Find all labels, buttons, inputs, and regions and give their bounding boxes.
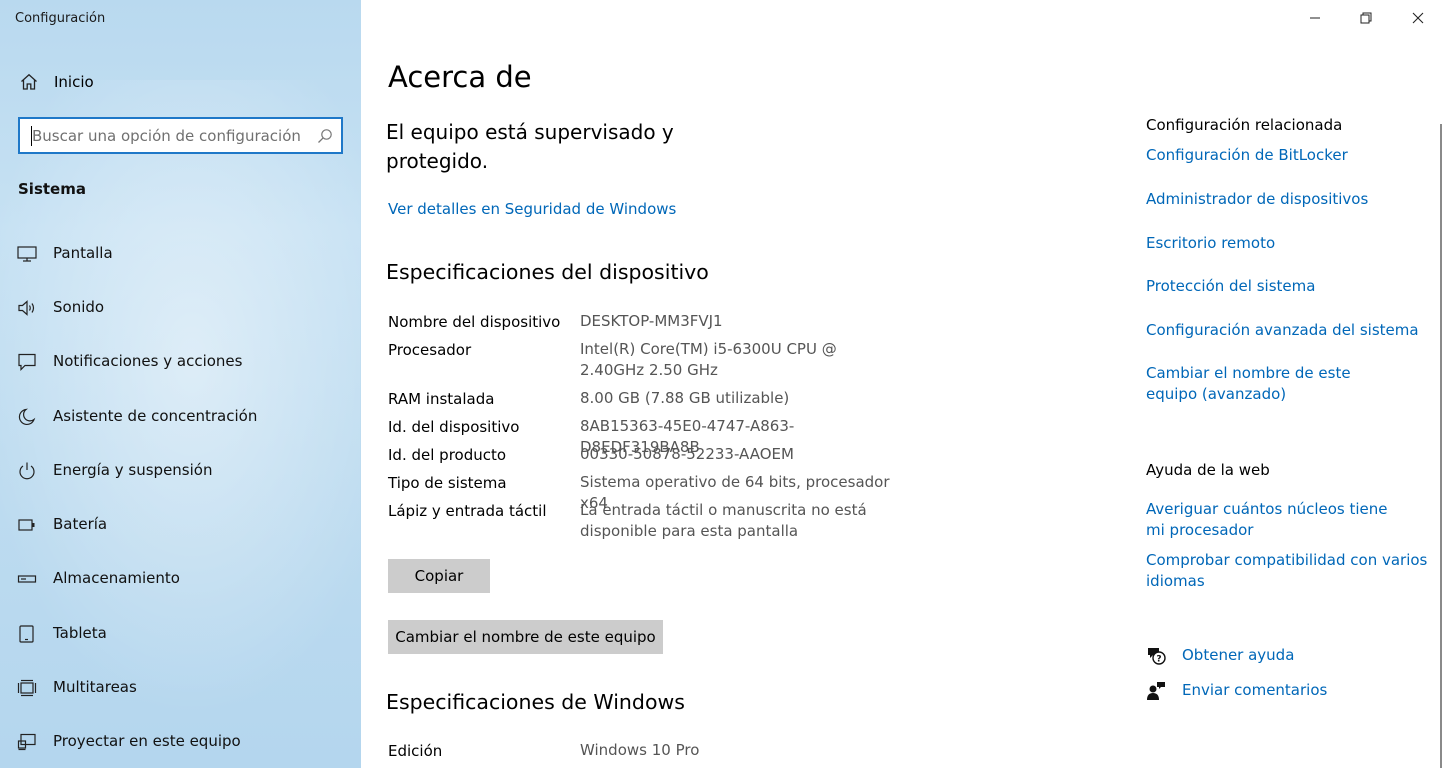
get-help-link[interactable]: ? Obtener ayuda	[1146, 644, 1406, 668]
sidebar-item-label: Proyectar en este equipo	[53, 732, 241, 750]
spec-value: DESKTOP-MM3FVJ1	[580, 312, 723, 330]
search-icon[interactable]	[317, 128, 333, 144]
page-title: Acerca de	[388, 60, 532, 94]
sidebar-item-label: Batería	[53, 515, 108, 533]
multitask-icon	[17, 679, 37, 697]
sidebar-item-label: Tableta	[53, 624, 107, 642]
spec-label: Id. del dispositivo	[388, 418, 520, 436]
related-settings-panel: Configuración relacionada Configuración …	[1146, 0, 1436, 768]
monitor-icon	[17, 246, 37, 262]
sidebar-home-label: Inicio	[54, 73, 94, 91]
spec-label: Tipo de sistema	[388, 474, 507, 492]
sidebar-item-label: Asistente de concentración	[53, 407, 258, 425]
feedback-icon	[1147, 682, 1165, 700]
spec-value: Intel(R) Core(TM) i5-6300U CPU @ 2.40GHz…	[580, 340, 837, 379]
sidebar-item-label: Energía y suspensión	[53, 461, 213, 479]
svg-text:?: ?	[1156, 655, 1161, 665]
spec-value: Windows 10 Pro	[580, 741, 700, 759]
sidebar-item-proyectar[interactable]: Proyectar en este equipo	[0, 722, 361, 762]
speaker-icon	[18, 300, 35, 316]
spec-value: La entrada táctil o manuscrita no está d…	[580, 501, 867, 540]
sidebar-item-label: Almacenamiento	[53, 569, 180, 587]
sidebar-item-concentracion[interactable]: Asistente de concentración	[0, 397, 361, 437]
home-icon	[21, 73, 37, 90]
section-title: Sistema	[18, 180, 86, 198]
spec-value: 8.00 GB (7.88 GB utilizable)	[580, 389, 790, 407]
app-title: Configuración	[15, 11, 106, 26]
cpu-cores-link[interactable]: Averiguar cuántos núcleos tiene mi proce…	[1146, 499, 1411, 541]
rename-advanced-link[interactable]: Cambiar el nombre de este equipo (avanza…	[1146, 363, 1406, 405]
spec-label: RAM instalada	[388, 390, 495, 408]
copy-button[interactable]: Copiar	[388, 559, 490, 593]
windows-specs-title: Especificaciones de Windows	[386, 690, 685, 714]
advanced-system-settings-link[interactable]: Configuración avanzada del sistema	[1146, 320, 1431, 341]
spec-value: 00330-50878-52233-AAOEM	[580, 445, 794, 463]
sidebar: Configuración Inicio Buscar una opción d…	[0, 0, 361, 768]
windows-security-link[interactable]: Ver detalles en Seguridad de Windows	[388, 200, 676, 218]
rename-pc-button[interactable]: Cambiar el nombre de este equipo	[388, 620, 663, 654]
sidebar-item-almacenamiento[interactable]: Almacenamiento	[0, 559, 361, 599]
power-icon	[19, 462, 35, 480]
spec-label: Procesador	[388, 341, 472, 359]
bitlocker-link[interactable]: Configuración de BitLocker	[1146, 145, 1431, 166]
storage-icon	[17, 575, 37, 583]
spec-label: Lápiz y entrada táctil	[388, 502, 547, 520]
spec-label: Nombre del dispositivo	[388, 313, 561, 331]
tablet-icon	[19, 625, 34, 643]
sidebar-item-multitareas[interactable]: Multitareas	[0, 668, 361, 708]
spec-label: Id. del producto	[388, 446, 507, 464]
sidebar-item-home[interactable]: Inicio	[0, 64, 361, 100]
send-feedback-label: Enviar comentarios	[1182, 681, 1328, 699]
remote-desktop-link[interactable]: Escritorio remoto	[1146, 233, 1431, 254]
sidebar-item-tableta[interactable]: Tableta	[0, 614, 361, 654]
sidebar-item-label: Pantalla	[53, 244, 113, 262]
sidebar-item-notificaciones[interactable]: Notificaciones y acciones	[0, 342, 361, 382]
device-specs-title: Especificaciones del dispositivo	[386, 260, 709, 284]
project-icon	[17, 733, 36, 751]
search-placeholder: Buscar una opción de configuración	[32, 127, 301, 145]
sidebar-item-bateria[interactable]: Batería	[0, 505, 361, 545]
spec-label: Edición	[388, 742, 443, 760]
sidebar-item-label: Sonido	[53, 298, 105, 316]
scrollbar[interactable]	[1440, 124, 1442, 768]
web-help-title: Ayuda de la web	[1146, 461, 1270, 479]
battery-icon	[18, 519, 35, 531]
language-compat-link[interactable]: Comprobar compatibilidad con varios idio…	[1146, 550, 1431, 592]
related-settings-title: Configuración relacionada	[1146, 116, 1343, 134]
main-content: Acerca de El equipo está supervisado y p…	[361, 0, 1445, 768]
sidebar-item-label: Multitareas	[53, 678, 137, 696]
protection-status: El equipo está supervisado y protegido.	[386, 120, 674, 173]
sidebar-item-label: Notificaciones y acciones	[53, 352, 243, 370]
moon-icon	[18, 408, 36, 426]
get-help-label: Obtener ayuda	[1182, 646, 1295, 664]
notification-icon	[18, 353, 36, 371]
device-manager-link[interactable]: Administrador de dispositivos	[1146, 189, 1431, 210]
system-protection-link[interactable]: Protección del sistema	[1146, 276, 1431, 297]
sidebar-item-pantalla[interactable]: Pantalla	[0, 234, 361, 274]
sidebar-item-sonido[interactable]: Sonido	[0, 288, 361, 328]
search-input[interactable]: Buscar una opción de configuración	[18, 117, 343, 154]
help-chat-icon: ?	[1148, 648, 1166, 665]
send-feedback-link[interactable]: Enviar comentarios	[1146, 679, 1406, 703]
sidebar-item-energia[interactable]: Energía y suspensión	[0, 451, 361, 491]
